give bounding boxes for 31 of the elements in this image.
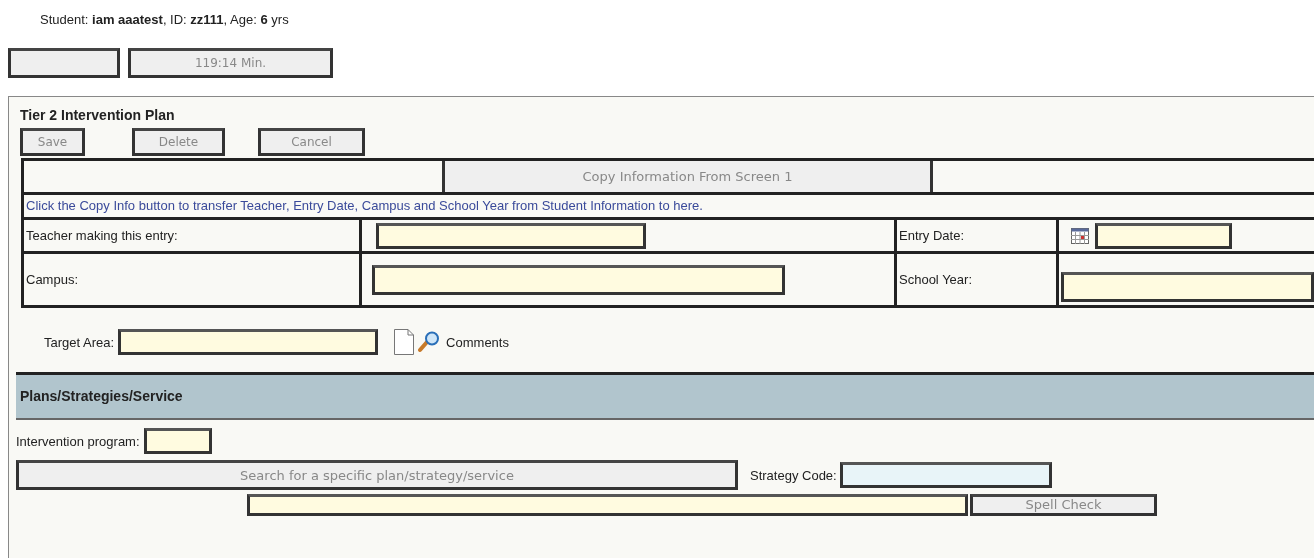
search-button[interactable]: Search for a specific plan/strategy/service — [16, 460, 738, 490]
input-field[interactable] — [376, 222, 646, 249]
text-area[interactable] — [247, 494, 968, 516]
field-label: Teacher making this entry: — [25, 228, 178, 243]
timer-button[interactable]: 119:14 Min. — [128, 48, 333, 78]
input-field[interactable] — [372, 264, 785, 295]
input-field[interactable] — [839, 462, 1052, 488]
action-button[interactable]: Cancel — [258, 128, 365, 156]
field-label: School Year: — [898, 272, 972, 287]
spell-check-button[interactable]: Spell Check — [970, 494, 1157, 516]
field-label: Intervention program: — [16, 433, 140, 449]
action-button[interactable]: Delete — [132, 128, 225, 156]
input-field[interactable] — [1061, 272, 1314, 302]
comments-link[interactable]: Comments — [446, 334, 509, 350]
input-field[interactable] — [1095, 222, 1232, 249]
copy-button[interactable]: Copy Information From Screen 1 — [442, 161, 933, 192]
student-info: Student: iam aaatest, ID: zz111, Age: 6 yrs — [39, 11, 290, 29]
field-label: Target Area: — [44, 334, 115, 350]
section-header: Plans/Strategies/Service — [16, 372, 1314, 420]
calendar-icon[interactable] — [1071, 227, 1089, 244]
copy-note: Click the Copy Info button to transfer Teacher, Entry Date, Campus and School Year from Student Information to here. — [24, 195, 1314, 220]
input-field[interactable] — [143, 428, 212, 454]
action-button[interactable]: Save — [20, 128, 85, 156]
field-label: Campus: — [25, 272, 79, 287]
search-icon[interactable] — [418, 331, 441, 353]
field-label: Entry Date: — [898, 228, 965, 243]
input-field[interactable] — [118, 329, 379, 355]
plan-title: Tier 2 Intervention Plan — [20, 106, 176, 125]
blank-button[interactable] — [8, 48, 120, 78]
field-label: Strategy Code: — [750, 467, 837, 483]
document-icon[interactable] — [394, 329, 415, 355]
